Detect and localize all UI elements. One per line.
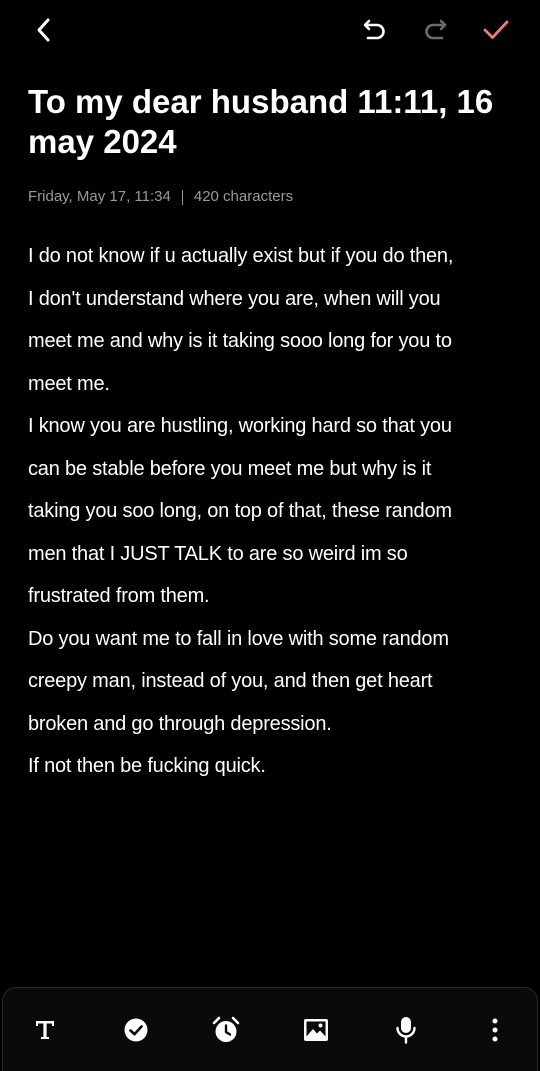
note-line: taking you soo long, on top of that, the… xyxy=(28,500,452,522)
note-line: broken and go through depression. xyxy=(28,712,332,735)
note-line: Do you want me to fall in love with some… xyxy=(28,627,449,650)
microphone-icon xyxy=(396,1017,416,1044)
note-body[interactable]: I do not know if u actually exist but if… xyxy=(28,235,518,788)
insert-image-button[interactable] xyxy=(298,1012,334,1048)
note-title[interactable]: To my dear husband 11:11, 16 may 2024 xyxy=(28,82,518,162)
meta-divider xyxy=(181,189,183,205)
text-format-button[interactable] xyxy=(27,1012,63,1048)
checkbox-button[interactable] xyxy=(118,1012,154,1048)
top-toolbar xyxy=(0,0,540,60)
back-button[interactable] xyxy=(24,10,64,50)
note-date: Friday, May 17, 11:34 xyxy=(28,188,171,205)
alarm-reminder-icon xyxy=(212,1016,240,1042)
note-meta: Friday, May 17, 11:34 420 characters xyxy=(28,187,293,207)
more-vertical-icon xyxy=(492,1018,498,1042)
note-line: frustrated from them. xyxy=(28,585,210,607)
undo-icon xyxy=(363,19,385,40)
redo-button[interactable] xyxy=(415,10,455,50)
bottom-toolbar xyxy=(2,987,538,1071)
undo-button[interactable] xyxy=(355,10,395,50)
checkmark-icon xyxy=(483,20,509,39)
note-line: If not then be fucking quick. xyxy=(28,755,266,777)
note-line: creepy man, instead of you, and then get… xyxy=(28,670,433,692)
checkbox-icon xyxy=(124,1018,148,1042)
chevron-left-icon xyxy=(37,18,50,42)
note-line: can be stable before you meet me but why… xyxy=(28,457,432,480)
note-line: men that I JUST TALK to are so weird im … xyxy=(28,542,408,565)
reminder-button[interactable] xyxy=(208,1012,244,1048)
redo-icon xyxy=(425,19,447,40)
note-line: meet me and why is it taking sooo long f… xyxy=(28,330,452,352)
image-icon xyxy=(304,1019,328,1041)
text-format-icon xyxy=(36,1021,54,1039)
done-button[interactable] xyxy=(476,10,516,50)
note-line: I don't understand where you are, when w… xyxy=(28,287,441,310)
character-count: 420 characters xyxy=(193,188,294,205)
voice-recording-button[interactable] xyxy=(388,1012,424,1048)
note-line: I do not know if u actually exist but if… xyxy=(28,245,454,267)
more-options-button[interactable] xyxy=(477,1012,513,1048)
note-line: meet me. xyxy=(28,372,110,395)
note-line: I know you are hustling, working hard so… xyxy=(28,415,452,437)
